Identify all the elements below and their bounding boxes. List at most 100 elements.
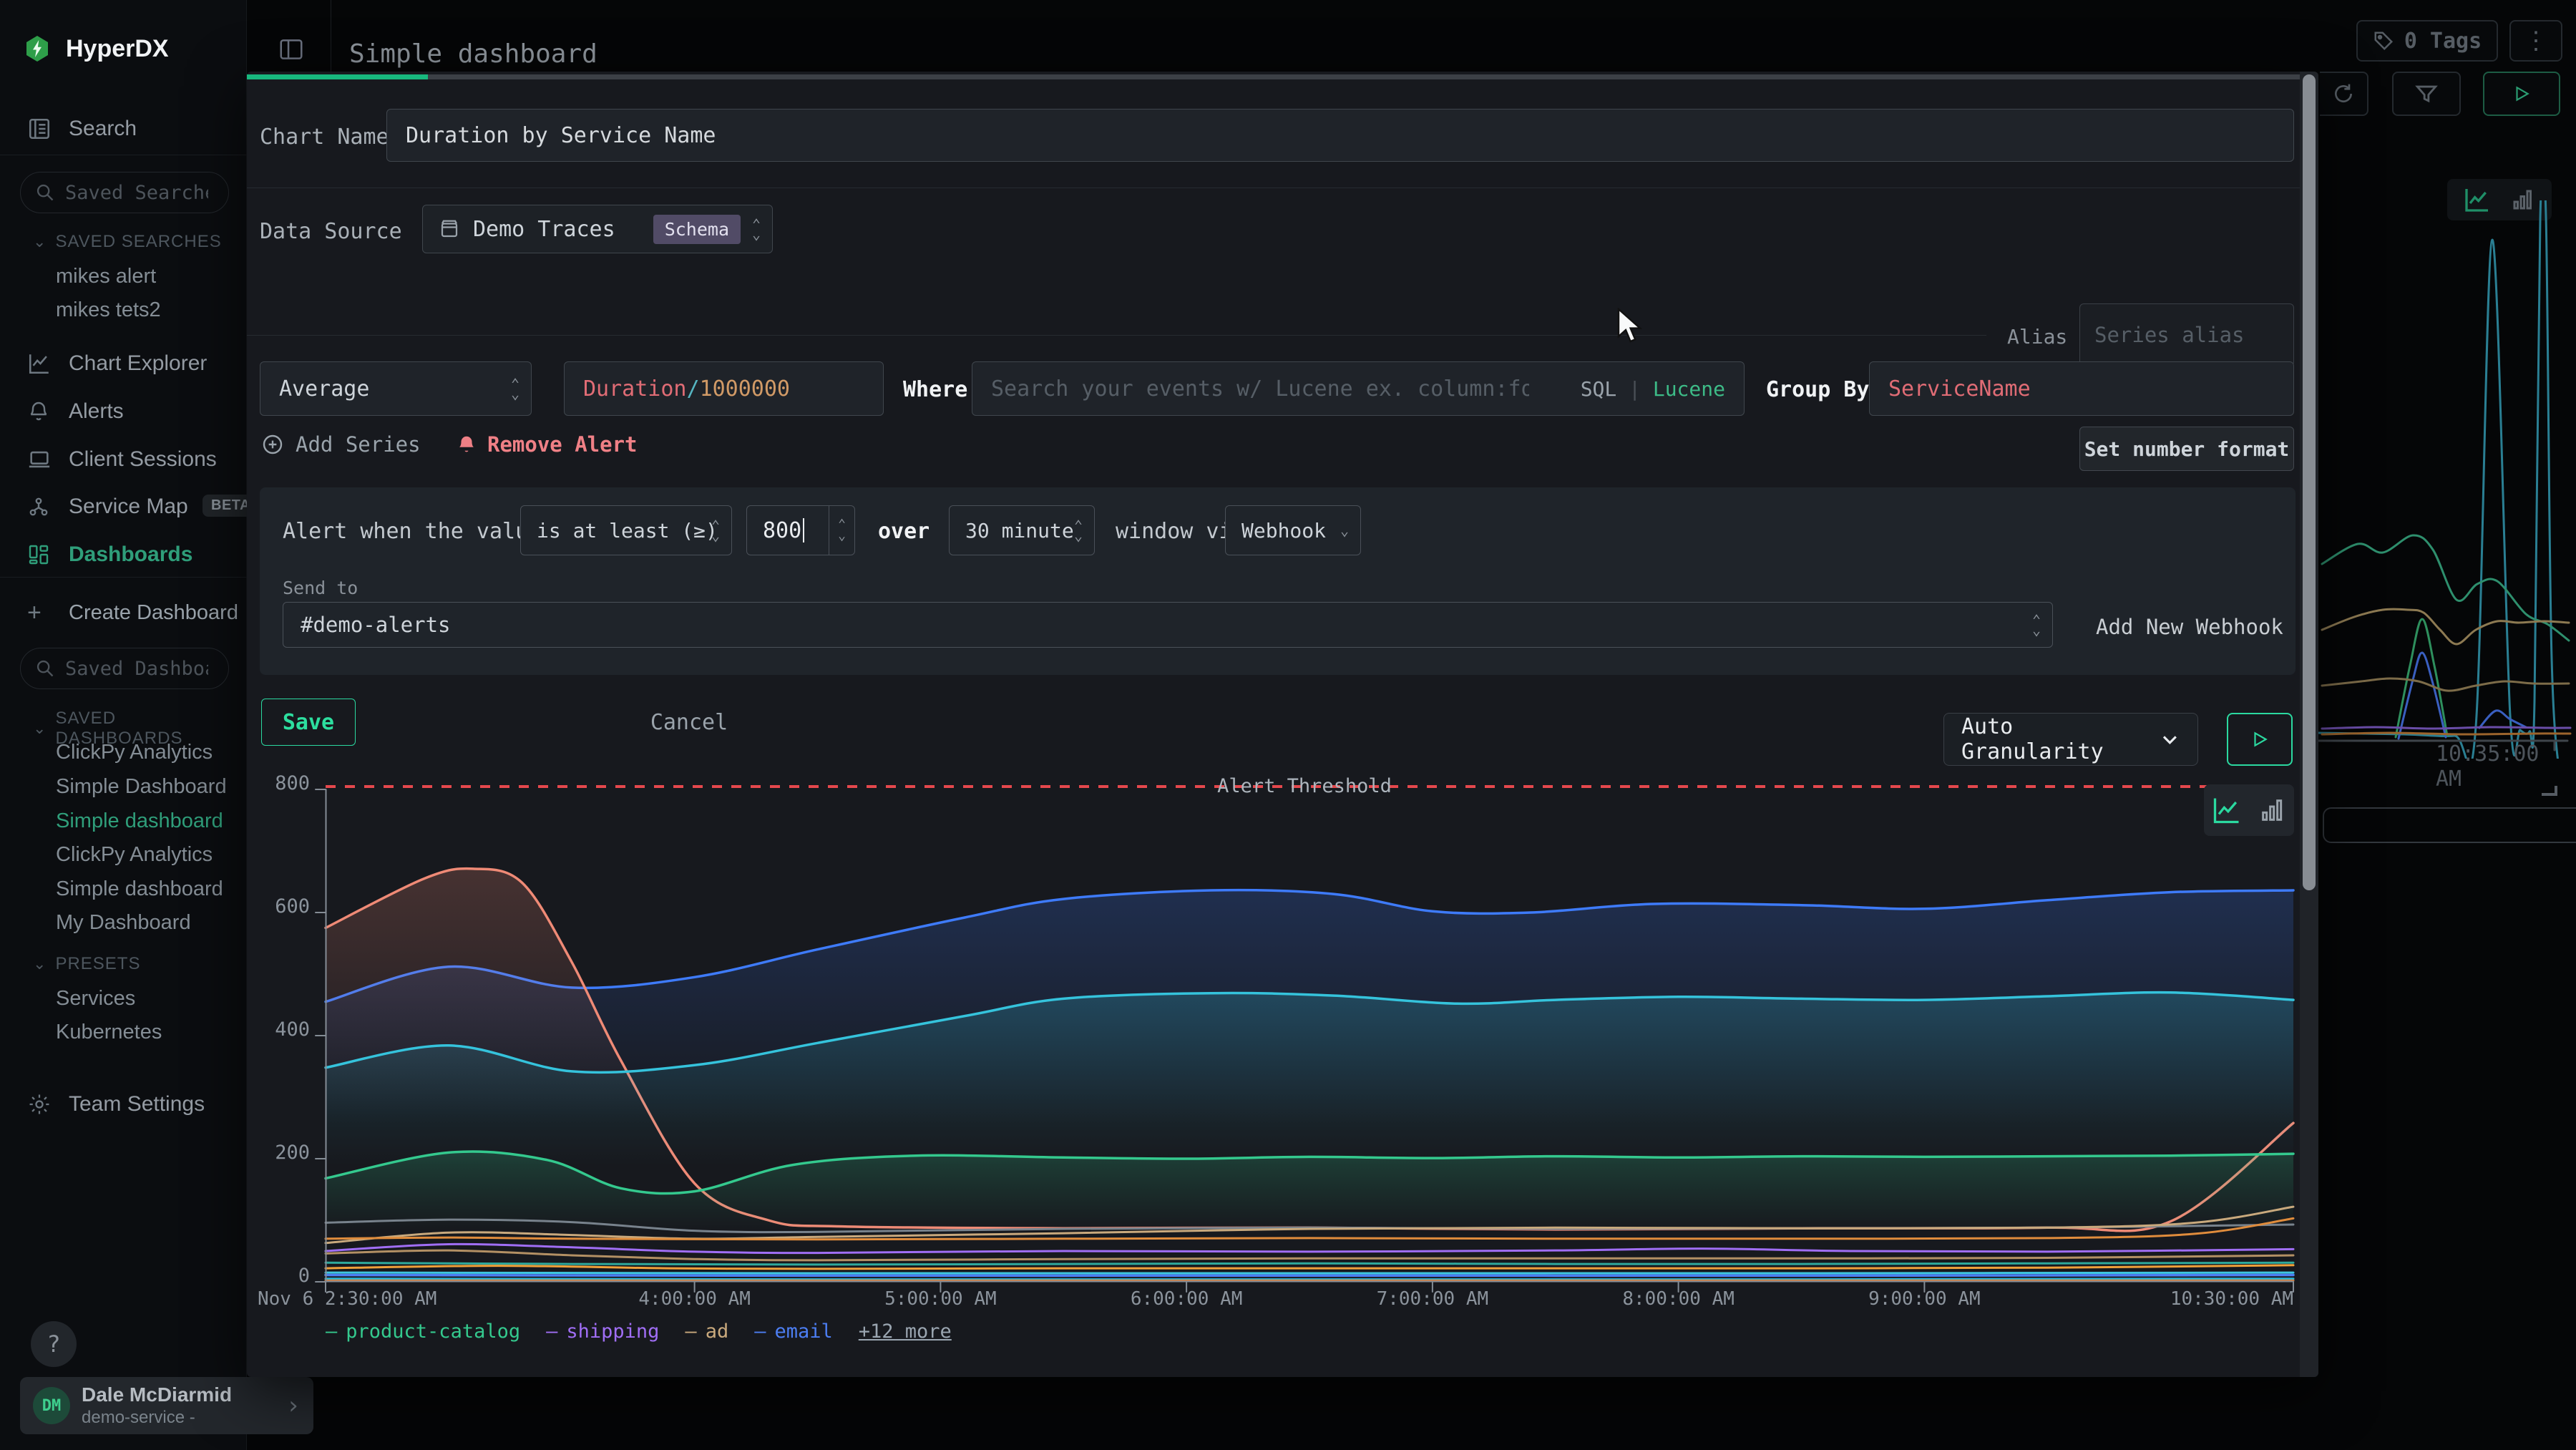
service-map-icon (27, 495, 53, 518)
alias-field[interactable] (2079, 303, 2294, 366)
saved-dashboards-input[interactable] (65, 658, 208, 680)
saved-dashboard-item-active[interactable]: Simple dashboard (56, 809, 223, 833)
series-divider (247, 335, 1986, 336)
legend-item[interactable]: —ad (685, 1320, 728, 1343)
run-query-button[interactable] (2227, 713, 2293, 766)
x-tick-label: 7:00:00 AM (1377, 1288, 1489, 1310)
alert-condition-select[interactable]: is at least (≥) ⌃⌄ (520, 505, 732, 555)
filter-button[interactable] (2392, 72, 2461, 116)
select-chevrons-icon: ⌃⌄ (711, 520, 720, 540)
search-icon (35, 658, 55, 678)
legend-item[interactable]: —shipping (546, 1320, 659, 1343)
saved-search-item[interactable]: mikes tets2 (56, 298, 161, 322)
background-axis-time: 10:35:00 AM (2436, 741, 2576, 792)
background-chart (2318, 200, 2576, 759)
sidebar-item-alerts[interactable]: Alerts (0, 391, 247, 432)
group-by-label: Group By (1766, 377, 1870, 402)
saved-dashboard-item: Simple dashboard (56, 877, 223, 901)
resize-handle-icon[interactable] (2542, 786, 2557, 796)
filter-icon (2414, 82, 2439, 106)
alert-window-select[interactable]: 30 minute ⌃⌄ (949, 505, 1095, 555)
sidebar-collapse-icon[interactable] (278, 36, 305, 63)
saved-dashboards-search[interactable] (20, 648, 229, 689)
saved-searches-input[interactable] (65, 182, 208, 204)
alert-threshold-field[interactable]: 800 ⌃⌄ (746, 505, 855, 555)
help-button[interactable]: ? (31, 1321, 77, 1367)
sidebar: HyperDX Search ⌄ SAVED SEARCHES mikes al… (0, 0, 247, 1450)
field-name: Duration (583, 376, 687, 402)
user-card[interactable]: DM Dale McDiarmid demo-service - › (20, 1377, 313, 1434)
sidebar-item-dashboards[interactable]: Dashboards (0, 535, 247, 575)
alias-input[interactable] (2080, 304, 2293, 366)
save-button[interactable]: Save (261, 699, 356, 746)
alert-config-panel: Alert when the value is at least (≥) ⌃⌄ … (260, 487, 2296, 675)
field-expression[interactable]: Duration/1000000 (564, 361, 884, 416)
number-stepper[interactable]: ⌃⌄ (829, 506, 854, 555)
alias-label: Alias (2007, 325, 2067, 349)
create-dashboard-button[interactable]: + Create Dashboard (0, 593, 247, 633)
data-source-select[interactable]: Demo Traces Schema ⌃⌄ (422, 205, 773, 253)
presets-header[interactable]: ⌄ PRESETS (33, 954, 140, 974)
y-tick-label: 0 (230, 1265, 310, 1287)
scrollbar-thumb[interactable] (2303, 74, 2316, 890)
plus-circle-icon (261, 433, 284, 456)
chart-name-field[interactable] (386, 109, 2294, 162)
refresh-button[interactable] (2320, 72, 2368, 116)
group-by-value: ServiceName (1888, 376, 2031, 402)
chevron-down-icon: ⌄ (33, 233, 47, 251)
sidebar-item-search[interactable]: Search (0, 109, 247, 149)
duration-chart[interactable] (311, 782, 2308, 1298)
x-tick-label: 10:30:00 AM (2170, 1288, 2293, 1310)
webhook-destination-select[interactable]: #demo-alerts ⌃⌄ (283, 602, 2053, 648)
x-tick-label: 9:00:00 AM (1868, 1288, 1981, 1310)
sidebar-item-chart-explorer[interactable]: Chart Explorer (0, 344, 247, 384)
play-icon (2250, 730, 2269, 749)
saved-dashboard-item[interactable]: Simple Dashboard (56, 775, 227, 799)
chart-name-input[interactable] (387, 110, 2293, 161)
legend-item[interactable]: —email (754, 1320, 833, 1343)
text-caret (803, 518, 804, 542)
where-label: Where (903, 377, 967, 402)
alert-threshold-value: 800 (763, 518, 801, 543)
database-icon (439, 218, 460, 240)
search-nav-icon (27, 117, 53, 141)
chart-type-toggle[interactable] (2204, 784, 2294, 836)
saved-dashboard-item[interactable]: My Dashboard (56, 911, 191, 935)
legend-more-link[interactable]: +12 more (859, 1320, 952, 1343)
tags-button[interactable]: 0 Tags (2356, 20, 2498, 62)
group-by-field[interactable]: ServiceName (1869, 361, 2294, 416)
lucene-toggle[interactable]: Lucene (1653, 377, 1725, 401)
legend-item[interactable]: —product-catalog (326, 1320, 520, 1343)
laptop-icon (27, 447, 53, 472)
remove-alert-button[interactable]: Remove Alert (456, 432, 638, 457)
saved-searches-header[interactable]: ⌄ SAVED SEARCHES (33, 232, 222, 252)
add-series-button[interactable]: Add Series (261, 432, 421, 457)
saved-searches-search[interactable] (20, 172, 229, 213)
saved-dashboard-item[interactable]: ClickPy Analytics (56, 843, 213, 867)
cancel-button[interactable]: Cancel (639, 699, 739, 746)
saved-search-item[interactable]: mikes alert (56, 265, 156, 288)
preset-item[interactable]: Kubernetes (56, 1021, 162, 1044)
sidebar-divider (0, 577, 247, 578)
bell-icon (27, 400, 53, 423)
alert-channel-select[interactable]: Webhook ⌄ (1225, 505, 1361, 555)
brand[interactable]: HyperDX (0, 29, 247, 69)
tab-indicator-track (428, 74, 2301, 79)
query-language-toggle[interactable]: SQL | Lucene (1581, 377, 1725, 401)
schema-badge[interactable]: Schema (653, 215, 741, 244)
chevron-down-icon: ⌄ (33, 719, 47, 738)
aggregation-select[interactable]: Average ⌃⌄ (260, 361, 532, 416)
where-field[interactable]: SQL | Lucene (972, 361, 1745, 416)
sidebar-item-client-sessions[interactable]: Client Sessions (0, 439, 247, 480)
background-run-button[interactable] (2483, 72, 2560, 116)
set-number-format-button[interactable]: Set number format (2079, 427, 2294, 471)
refresh-icon (2332, 82, 2355, 105)
saved-dashboard-item[interactable]: ClickPy Analytics (56, 741, 213, 764)
granularity-select[interactable]: Auto Granularity (1943, 713, 2198, 766)
preset-item[interactable]: Services (56, 987, 135, 1011)
sidebar-item-team-settings[interactable]: Team Settings (0, 1084, 247, 1124)
more-options-button[interactable]: ⋮ (2509, 20, 2562, 62)
line-chart-icon (2211, 794, 2243, 826)
add-new-webhook-link[interactable]: Add New Webhook (2096, 615, 2283, 639)
bar-chart-icon (2258, 796, 2287, 824)
